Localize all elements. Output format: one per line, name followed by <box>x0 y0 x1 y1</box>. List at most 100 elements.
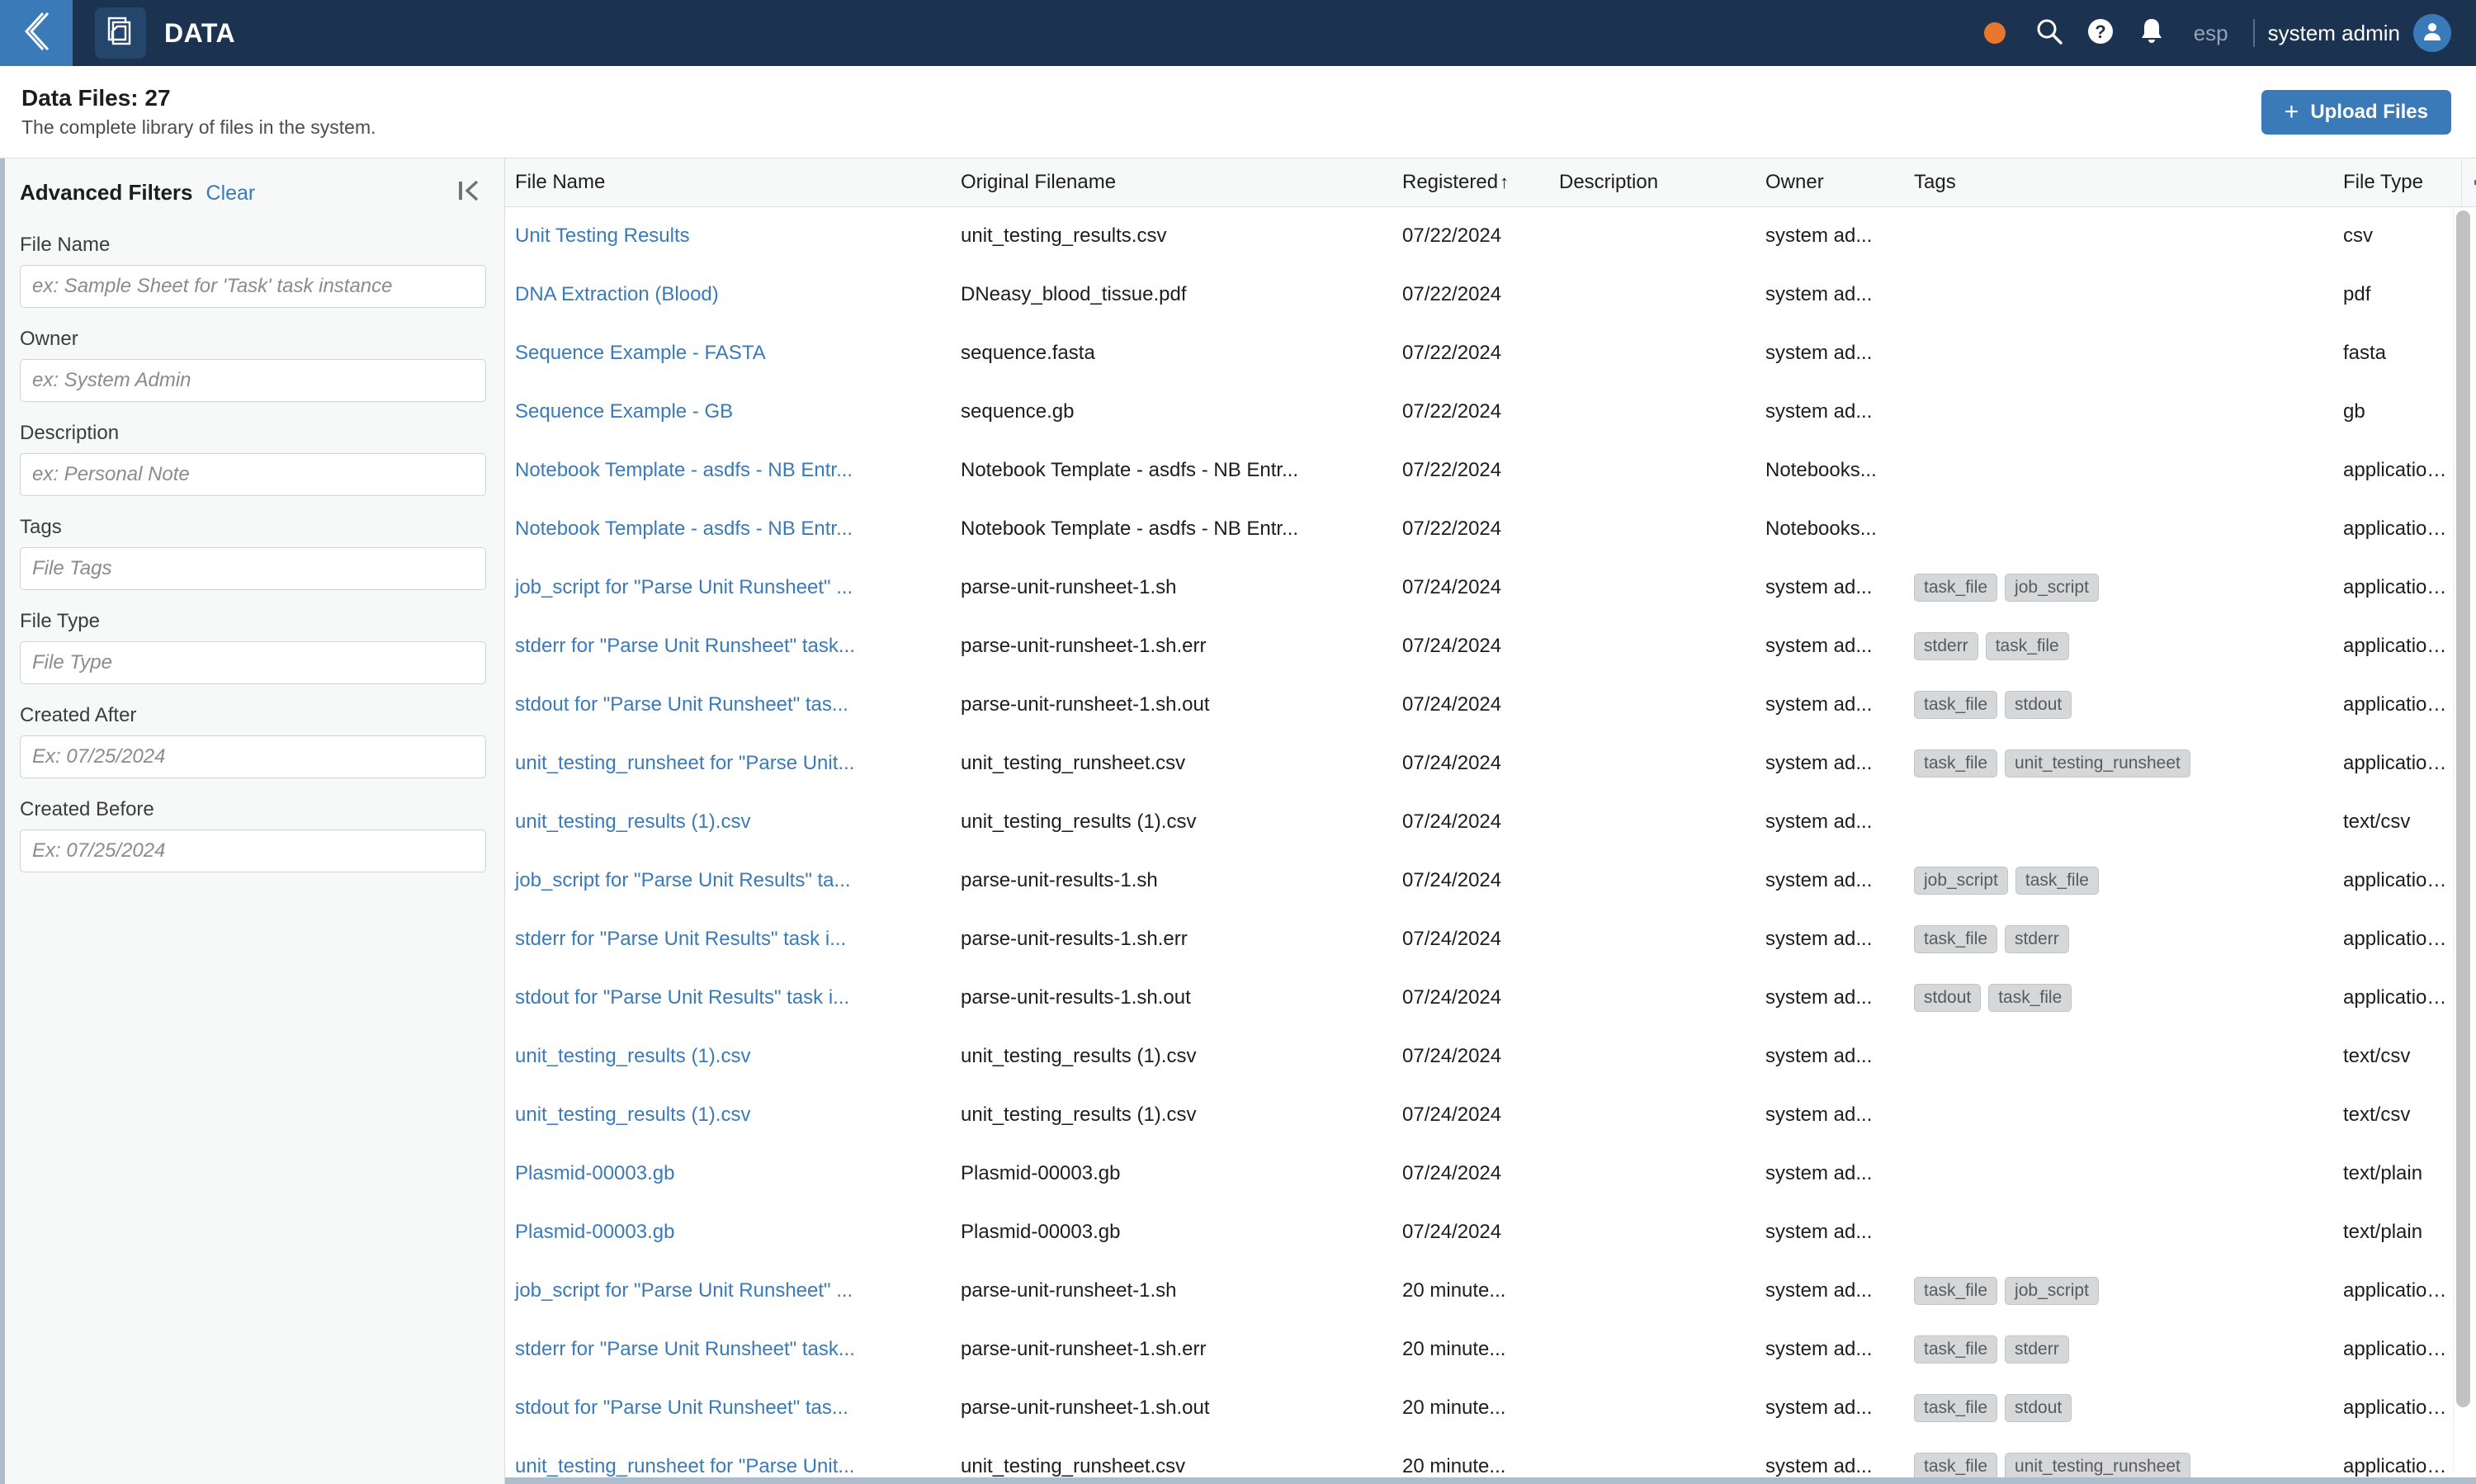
table-row[interactable]: Plasmid-00003.gb Plasmid-00003.gb 07/24/20… <box>505 1144 2476 1203</box>
table-row[interactable]: job_script for "Parse Unit Runsheet" ...… <box>505 1261 2476 1320</box>
tag-chip[interactable]: stderr <box>2005 1335 2069 1363</box>
table-row[interactable]: Notebook Template - asdfs - NB Entr... No… <box>505 499 2476 558</box>
file-name-link[interactable]: Notebook Template - asdfs - NB Entr... <box>515 459 853 481</box>
vertical-scrollbar[interactable] <box>2453 207 2471 1471</box>
filter-input-tags[interactable] <box>20 547 486 590</box>
file-name-link[interactable]: stdout for "Parse Unit Runsheet" tas... <box>515 1397 848 1419</box>
files-table-scroll-region[interactable]: File Name Original Filename Registered↑ Des… <box>505 158 2476 1477</box>
table-row[interactable]: job_script for "Parse Unit Results" ta..… <box>505 851 2476 910</box>
table-row[interactable]: unit_testing_results (1).csv unit_testing… <box>505 792 2476 851</box>
files-table-area: File Name Original Filename Registered↑ Des… <box>505 158 2476 1484</box>
table-row[interactable]: Plasmid-00003.gb Plasmid-00003.gb 07/24/20… <box>505 1203 2476 1261</box>
file-name-link[interactable]: stdout for "Parse Unit Runsheet" tas... <box>515 693 848 716</box>
filter-input-created-after[interactable] <box>20 735 486 778</box>
column-header-file-type[interactable]: File Type <box>2333 158 2461 207</box>
file-name-link[interactable]: stderr for "Parse Unit Runsheet" task... <box>515 1338 855 1360</box>
file-name-link[interactable]: stderr for "Parse Unit Runsheet" task... <box>515 635 855 657</box>
table-row[interactable]: Sequence Example - FASTA sequence.fasta 07… <box>505 324 2476 382</box>
tag-chip[interactable]: task_file <box>1985 631 2069 660</box>
help-button[interactable]: ? <box>2081 14 2119 52</box>
tag-chip[interactable]: stderr <box>2005 924 2069 953</box>
file-name-link[interactable]: unit_testing_results (1).csv <box>515 811 750 833</box>
table-row[interactable]: stdout for "Parse Unit Results" task i..… <box>505 968 2476 1027</box>
table-row[interactable]: job_script for "Parse Unit Runsheet" ...… <box>505 558 2476 617</box>
file-name-link[interactable]: unit_testing_runsheet for "Parse Unit... <box>515 752 854 774</box>
column-header-owner[interactable]: Owner <box>1755 158 1904 207</box>
tag-chip[interactable]: task_file <box>1988 983 2072 1012</box>
filter-input-owner[interactable] <box>20 359 486 402</box>
cell-file-name: DNA Extraction (Blood) <box>505 265 951 324</box>
file-name-link[interactable]: stdout for "Parse Unit Results" task i..… <box>515 986 849 1009</box>
table-row[interactable]: unit_testing_results (1).csv unit_testing… <box>505 1027 2476 1085</box>
column-header-description[interactable]: Description <box>1549 158 1755 207</box>
tag-chip[interactable]: job_script <box>2005 1276 2099 1305</box>
language-switch[interactable]: esp <box>2194 21 2228 46</box>
file-name-link[interactable]: job_script for "Parse Unit Runsheet" ... <box>515 576 853 598</box>
table-row[interactable]: stdout for "Parse Unit Runsheet" tas... p… <box>505 675 2476 734</box>
file-name-link[interactable]: unit_testing_results (1).csv <box>515 1104 750 1126</box>
table-row[interactable]: Unit Testing Results unit_testing_results… <box>505 206 2476 265</box>
tag-chip[interactable]: task_file <box>1914 1452 1998 1477</box>
table-row[interactable]: unit_testing_results (1).csv unit_testing… <box>505 1085 2476 1144</box>
upload-files-button[interactable]: + Upload Files <box>2261 89 2451 135</box>
table-row[interactable]: Sequence Example - GB sequence.gb 07/22/20… <box>505 382 2476 441</box>
table-row[interactable]: DNA Extraction (Blood) DNeasy_blood_tissu… <box>505 265 2476 324</box>
file-name-link[interactable]: Plasmid-00003.gb <box>515 1221 674 1243</box>
column-header-registered[interactable]: Registered↑ <box>1392 158 1549 207</box>
table-row[interactable]: Notebook Template - asdfs - NB Entr... No… <box>505 441 2476 499</box>
tag-chip[interactable]: unit_testing_runsheet <box>2005 1452 2190 1477</box>
table-row[interactable]: unit_testing_runsheet for "Parse Unit...… <box>505 734 2476 792</box>
file-name-link[interactable]: job_script for "Parse Unit Runsheet" ... <box>515 1279 853 1302</box>
file-name-link[interactable]: Sequence Example - FASTA <box>515 342 766 364</box>
table-row[interactable]: stderr for "Parse Unit Runsheet" task...… <box>505 1320 2476 1378</box>
table-settings-header[interactable] <box>2460 158 2476 207</box>
search-button[interactable] <box>2030 14 2068 52</box>
tag-chip[interactable]: stdout <box>2005 1393 2072 1422</box>
file-name-link[interactable]: DNA Extraction (Blood) <box>515 283 719 305</box>
back-button[interactable] <box>0 0 73 66</box>
tag-chip[interactable]: task_file <box>1914 1335 1998 1363</box>
tag-chip[interactable]: unit_testing_runsheet <box>2005 749 2190 777</box>
filter-input-created-before[interactable] <box>20 829 486 872</box>
clear-filters-link[interactable]: Clear <box>206 182 256 206</box>
column-header-file-name[interactable]: File Name <box>505 158 951 207</box>
file-name-link[interactable]: Notebook Template - asdfs - NB Entr... <box>515 518 853 540</box>
filter-input-description[interactable] <box>20 453 486 496</box>
file-name-link[interactable]: job_script for "Parse Unit Results" ta..… <box>515 869 851 891</box>
file-name-link[interactable]: Sequence Example - GB <box>515 400 733 423</box>
tag-chip[interactable]: stderr <box>1914 631 1978 660</box>
notifications-button[interactable] <box>2133 14 2171 52</box>
tag-chip[interactable]: task_file <box>1914 1393 1998 1422</box>
tag-chip[interactable]: job_script <box>2005 573 2099 602</box>
collapse-sidebar-button[interactable] <box>453 177 486 208</box>
tag-chip[interactable]: task_file <box>1914 924 1998 953</box>
sidebar-header: Advanced Filters Clear <box>20 180 486 206</box>
user-menu-button[interactable] <box>2413 14 2451 52</box>
tag-chip[interactable]: job_script <box>1914 866 2008 895</box>
vertical-scrollbar-thumb[interactable] <box>2456 210 2470 1407</box>
table-row[interactable]: stderr for "Parse Unit Runsheet" task...… <box>505 617 2476 675</box>
file-name-link[interactable]: unit_testing_runsheet for "Parse Unit... <box>515 1455 854 1477</box>
filter-input-file-name[interactable] <box>20 265 486 308</box>
file-name-link[interactable]: Plasmid-00003.gb <box>515 1162 674 1184</box>
status-indicator-dot[interactable] <box>1983 22 2006 44</box>
tag-chip[interactable]: task_file <box>2015 866 2099 895</box>
table-row[interactable]: stdout for "Parse Unit Runsheet" tas... p… <box>505 1378 2476 1437</box>
table-row[interactable]: unit_testing_runsheet for "Parse Unit...… <box>505 1437 2476 1477</box>
tag-chip[interactable]: task_file <box>1914 690 1998 719</box>
column-header-tags[interactable]: Tags <box>1904 158 2333 207</box>
tag-chip[interactable]: task_file <box>1914 749 1998 777</box>
gear-icon[interactable] <box>2471 166 2476 199</box>
tag-chip[interactable]: task_file <box>1914 573 1998 602</box>
page-header-text: Data Files: 27 The complete library of f… <box>21 85 376 139</box>
tag-chip[interactable]: stdout <box>1914 983 1982 1012</box>
tag-chip[interactable]: task_file <box>1914 1276 1998 1305</box>
cell-original-filename: parse-unit-runsheet-1.sh <box>961 1278 1177 1302</box>
tag-chip[interactable]: stdout <box>2005 690 2072 719</box>
file-name-link[interactable]: unit_testing_results (1).csv <box>515 1045 750 1067</box>
table-row[interactable]: stderr for "Parse Unit Results" task i..… <box>505 910 2476 968</box>
column-header-original-filename[interactable]: Original Filename <box>951 158 1392 207</box>
file-name-link[interactable]: stderr for "Parse Unit Results" task i..… <box>515 928 846 950</box>
filter-input-file-type[interactable] <box>20 641 486 684</box>
file-name-link[interactable]: Unit Testing Results <box>515 224 690 247</box>
